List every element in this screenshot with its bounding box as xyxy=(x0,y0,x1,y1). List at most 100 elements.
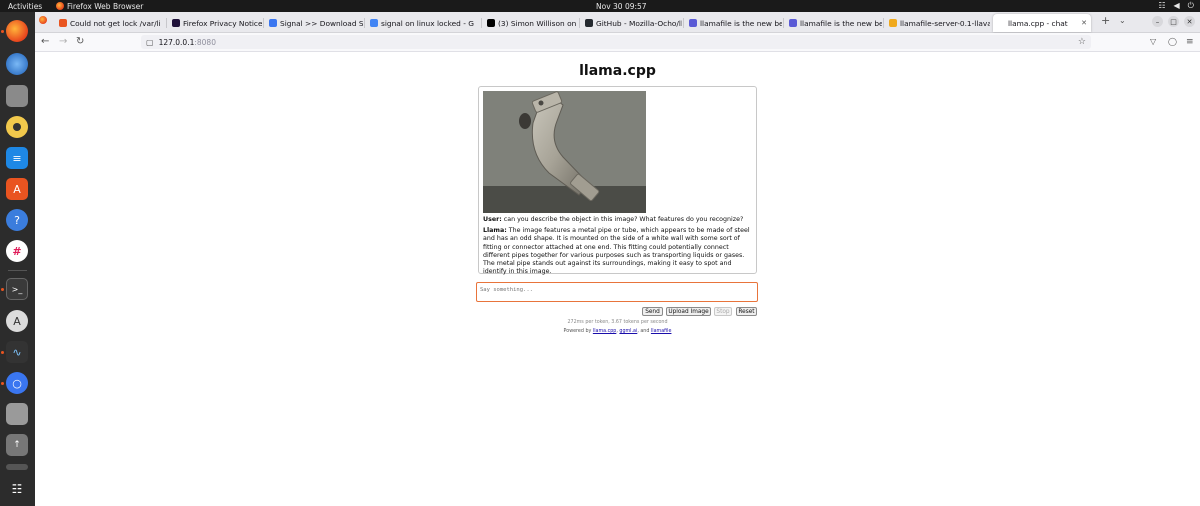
app-center-icon[interactable]: A xyxy=(6,178,28,200)
disk-icon[interactable] xyxy=(6,403,28,425)
upload-image-button[interactable]: Upload Image xyxy=(666,307,711,316)
bookmark-star-icon[interactable]: ☆ xyxy=(1078,37,1086,47)
tab-title: (3) Simon Willison on X: xyxy=(498,18,578,28)
new-tab-button[interactable]: + xyxy=(1101,15,1110,27)
tab-separator xyxy=(166,18,167,28)
page-content: llama.cpp User: can you describe the obj… xyxy=(35,53,1200,506)
user-speaker-label: User: xyxy=(483,216,502,223)
tab-title: signal on linux locked - G xyxy=(381,18,474,28)
clock[interactable]: Nov 30 09:57 xyxy=(596,2,647,11)
tab-favicon-icon xyxy=(789,19,797,27)
powered-prefix: Powered by xyxy=(563,329,593,334)
url-port: :8080 xyxy=(194,37,216,47)
tab-bar: Could not get lock /var/li Firefox Privac… xyxy=(35,12,1200,33)
rhythmbox-icon[interactable] xyxy=(6,116,28,138)
back-button[interactable]: ← xyxy=(41,36,49,48)
browser-tab[interactable]: llamafile-server-0.1-llava xyxy=(885,14,990,32)
tab-title: llamafile is the new best xyxy=(800,18,882,28)
trash-icon[interactable] xyxy=(6,464,28,470)
dock-separator xyxy=(8,270,27,271)
firefox-icon xyxy=(56,2,64,10)
tab-separator xyxy=(683,18,684,28)
writer-icon[interactable]: ≡ xyxy=(6,147,28,169)
send-button[interactable]: Send xyxy=(642,307,663,316)
app-menu[interactable]: Firefox Web Browser xyxy=(56,2,143,11)
slack-icon[interactable]: # xyxy=(6,240,28,262)
tab-favicon-icon xyxy=(370,19,378,27)
firefox-view-icon[interactable] xyxy=(39,16,47,28)
browser-tab[interactable]: GitHub - Mozilla-Ocho/ll xyxy=(581,14,682,32)
system-monitor-icon[interactable]: ∿ xyxy=(6,341,28,363)
activities-button[interactable]: Activities xyxy=(8,2,42,11)
tab-favicon-icon xyxy=(997,19,1005,27)
list-tabs-icon[interactable]: ⌄ xyxy=(1119,15,1126,27)
powered-and: , and xyxy=(637,329,651,334)
thunderbird-icon[interactable] xyxy=(6,53,28,75)
menu-icon[interactable]: ≡ xyxy=(1186,36,1194,48)
llamacpp-link[interactable]: llama.cpp xyxy=(593,329,616,334)
help-icon[interactable]: ? xyxy=(6,209,28,231)
reload-button[interactable]: ↻ xyxy=(76,36,84,48)
forward-button[interactable]: → xyxy=(59,36,67,48)
account-icon[interactable]: ◯ xyxy=(1168,36,1177,48)
updater-icon[interactable]: A xyxy=(6,310,28,332)
power-icon: ⏻ xyxy=(1187,1,1194,10)
minimize-button[interactable]: – xyxy=(1152,16,1163,27)
llama-message-text: The image features a metal pipe or tube,… xyxy=(483,227,750,276)
tab-separator xyxy=(883,18,884,28)
llama-message: Llama: The image features a metal pipe o… xyxy=(483,227,755,277)
pocket-icon[interactable]: ▽ xyxy=(1150,36,1156,48)
tab-separator xyxy=(364,18,365,28)
terminal-icon[interactable]: >_ xyxy=(6,278,28,300)
browser-tab[interactable]: llamafile is the new best xyxy=(685,14,782,32)
url-text: 127.0.0.1:8080 xyxy=(159,38,216,47)
tab-favicon-icon xyxy=(889,19,897,27)
powered-by: Powered by llama.cpp, ggml.ai, and llama… xyxy=(35,329,1200,334)
ggml-link[interactable]: ggml.ai xyxy=(619,329,637,334)
app-name: Firefox Web Browser xyxy=(67,1,144,11)
firefox-icon[interactable] xyxy=(6,20,28,42)
files-icon[interactable] xyxy=(6,85,28,107)
browser-tab[interactable]: Signal >> Download Sig xyxy=(265,14,363,32)
uploaded-image xyxy=(483,91,646,213)
tab-favicon-icon xyxy=(269,19,277,27)
browser-tab[interactable]: (3) Simon Willison on X: xyxy=(483,14,578,32)
chat-log: User: can you describe the object in thi… xyxy=(478,86,757,277)
network-icon: ☷ xyxy=(1158,1,1166,10)
tab-title: llamafile is the new best xyxy=(700,18,782,28)
system-tray[interactable]: ☷ ◀ ⏻ xyxy=(1158,1,1194,11)
page-info-icon[interactable]: ▢ xyxy=(146,38,154,47)
close-tab-icon[interactable]: ✕ xyxy=(1081,19,1091,27)
tab-title: llamafile-server-0.1-llava xyxy=(900,18,990,28)
tab-favicon-icon xyxy=(487,19,495,27)
tab-title: llama.cpp - chat xyxy=(1008,18,1068,28)
tab-favicon-icon xyxy=(59,19,67,27)
page-title: llama.cpp xyxy=(579,63,656,79)
show-apps-icon[interactable]: ☷ xyxy=(6,478,28,500)
tab-title: Firefox Privacy Notice — xyxy=(183,18,262,28)
browser-tab[interactable]: Firefox Privacy Notice — xyxy=(168,14,262,32)
tab-favicon-icon xyxy=(172,19,180,27)
usb-icon[interactable]: ↑ xyxy=(6,434,28,456)
stop-button[interactable]: Stop xyxy=(714,307,732,316)
llama-speaker-label: Llama: xyxy=(483,227,507,234)
system-top-bar: Activities Firefox Web Browser Nov 30 09… xyxy=(0,0,1200,12)
llamafile-link[interactable]: llamafile xyxy=(651,329,672,334)
reset-button[interactable]: Reset xyxy=(736,307,757,316)
browser-tab[interactable]: llama.cpp - chat ✕ xyxy=(993,14,1091,32)
volume-icon: ◀ xyxy=(1173,1,1180,10)
tab-separator xyxy=(481,18,482,28)
maximize-button[interactable]: □ xyxy=(1168,16,1179,27)
message-input[interactable] xyxy=(476,282,758,302)
close-window-button[interactable]: ✕ xyxy=(1184,16,1195,27)
tab-favicon-icon xyxy=(689,19,697,27)
tab-title: GitHub - Mozilla-Ocho/ll xyxy=(596,18,682,28)
browser-tab[interactable]: Could not get lock /var/li xyxy=(55,14,165,32)
signal-icon[interactable]: ○ xyxy=(6,372,28,394)
browser-tab[interactable]: llamafile is the new best xyxy=(785,14,882,32)
browser-tab[interactable]: signal on linux locked - G xyxy=(366,14,478,32)
tab-separator xyxy=(579,18,580,28)
running-indicator xyxy=(1,351,4,354)
url-bar[interactable]: ▢ 127.0.0.1:8080 ☆ xyxy=(141,35,1091,49)
running-indicator xyxy=(1,288,4,291)
